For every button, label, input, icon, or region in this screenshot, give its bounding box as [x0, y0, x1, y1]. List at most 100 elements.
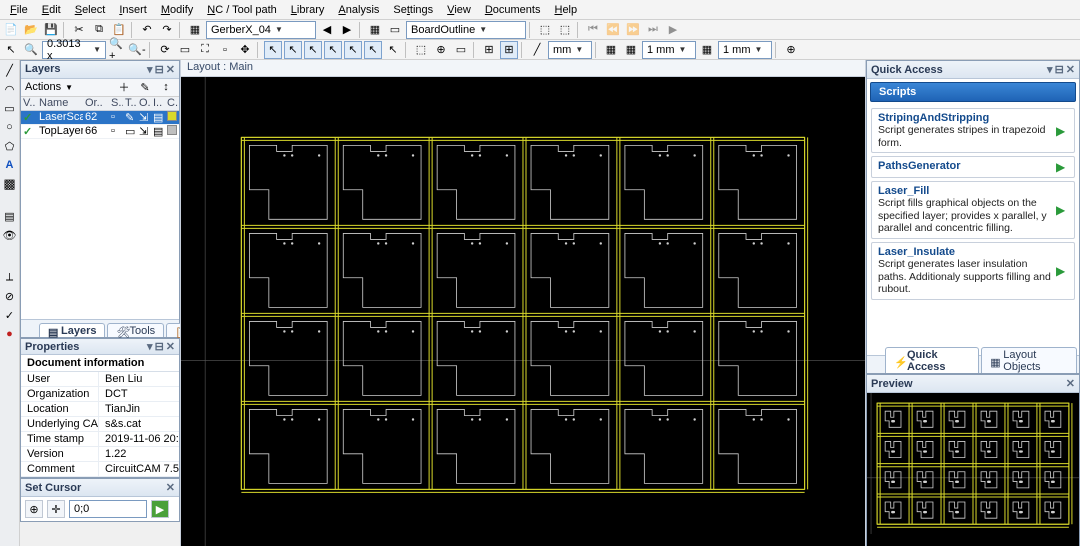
close-icon[interactable]: ✕ — [1066, 63, 1075, 76]
zoom-in-icon[interactable]: 🔍+ — [108, 41, 126, 59]
tab-layers[interactable]: ▤Layers — [39, 323, 105, 337]
zoom-rect-icon[interactable]: ▭ — [176, 41, 194, 59]
cursor-3-icon[interactable]: ↖ — [304, 41, 322, 59]
close-icon[interactable]: ✕ — [166, 63, 175, 76]
layer-type-icon[interactable]: ▭ — [123, 125, 137, 138]
script-item[interactable]: StripingAndStrippingScript generates str… — [871, 108, 1075, 153]
property-row[interactable]: Underlying CA...s&s.cat — [21, 417, 179, 432]
property-row[interactable]: LocationTianJin — [21, 402, 179, 417]
close-icon[interactable]: ✕ — [166, 481, 175, 494]
layer-icon[interactable]: ▦ — [186, 21, 204, 39]
property-row[interactable]: Time stamp2019-11-06 20:0... — [21, 432, 179, 447]
step-last-icon[interactable]: ⏭ — [644, 21, 662, 39]
layer-row[interactable]: LaserScanner 62 ▫ ✎ ⇲ ▤ — [21, 111, 179, 125]
script-item[interactable]: PathsGenerator ▶ — [871, 156, 1075, 178]
cursor-1-icon[interactable]: ↖ — [264, 41, 282, 59]
zoom-fit-icon[interactable]: ⛶ — [196, 41, 214, 59]
cursor-tool-icon[interactable]: ⊘ — [2, 288, 18, 304]
rect-icon[interactable]: ▭ — [386, 21, 404, 39]
property-row[interactable]: UserBen Liu — [21, 372, 179, 387]
property-row[interactable]: Version1.22 — [21, 447, 179, 462]
preview-viewport[interactable] — [867, 393, 1079, 546]
poly-tool-icon[interactable]: ⬠ — [2, 138, 18, 154]
target-icon[interactable]: ⊕ — [782, 41, 800, 59]
layer-ins-icon[interactable]: ▤ — [151, 125, 165, 138]
script-link[interactable]: StripingAndStripping — [878, 112, 1052, 124]
ok-tool-icon[interactable]: ✓ — [2, 307, 18, 323]
layer-out-icon[interactable]: ⇲ — [137, 125, 151, 138]
property-row[interactable]: OrganizationDCT — [21, 387, 179, 402]
datamatrix-icon[interactable]: ▩ — [2, 176, 18, 192]
line-tool-icon[interactable]: ╱ — [2, 62, 18, 78]
pin-icon[interactable]: ▾ — [147, 63, 153, 76]
cursor-go-icon[interactable]: ▶ — [151, 500, 169, 518]
minimize-icon[interactable]: ⊟ — [1055, 63, 1064, 76]
redo-icon[interactable]: ↷ — [158, 21, 176, 39]
zoom-box-icon[interactable]: ▫ — [216, 41, 234, 59]
menu-modify[interactable]: Modify — [155, 2, 199, 18]
set-cursor-header[interactable]: Set Cursor ✕ — [21, 479, 179, 497]
menu-library[interactable]: Library — [285, 2, 331, 18]
step-prev-icon[interactable]: ⏪ — [604, 21, 622, 39]
tab-tools[interactable]: 🛠Tools — [107, 323, 164, 337]
nav-next-icon[interactable]: ▶ — [338, 21, 356, 39]
refresh-icon[interactable]: ⟳ — [156, 41, 174, 59]
tab-layout-objects[interactable]: ▦Layout Objects — [981, 347, 1077, 373]
grid-toggle-icon[interactable]: ▦ — [622, 41, 640, 59]
sel-add-icon[interactable]: ⊕ — [432, 41, 450, 59]
tab-quick-access[interactable]: ⚡Quick Access — [885, 347, 979, 373]
menu-analysis[interactable]: Analysis — [332, 2, 385, 18]
step-next-icon[interactable]: ⏩ — [624, 21, 642, 39]
layer-swatch[interactable] — [167, 111, 177, 121]
record-icon[interactable]: ● — [2, 326, 18, 342]
arc-tool-icon[interactable]: ◠ — [2, 81, 18, 97]
grid-b-combo[interactable]: 1 mm ▼ — [718, 41, 772, 59]
play-icon[interactable]: ▶ — [1056, 124, 1068, 138]
circle-tool-icon[interactable]: ○ — [2, 119, 18, 135]
layer-add-icon[interactable]: ＋ — [115, 78, 133, 96]
layer-row[interactable]: TopLayer_co... 66 ▫ ▭ ⇲ ▤ — [21, 125, 179, 139]
cursor-7-icon[interactable]: ↖ — [384, 41, 402, 59]
script-link[interactable]: PathsGenerator — [878, 160, 1052, 172]
layer-ins-icon[interactable]: ▤ — [151, 111, 165, 124]
cursor-6-icon[interactable]: ↖ — [364, 41, 382, 59]
layers-panel-header[interactable]: Layers ▾ ⊟ ✕ — [21, 61, 179, 79]
quick-access-header[interactable]: Quick Access ▾ ⊟ ✕ — [867, 61, 1079, 79]
snap-on-icon[interactable]: ⊞ — [500, 41, 518, 59]
zoom-combo[interactable]: 0.3013 x ▼ — [42, 41, 106, 59]
layers-list[interactable]: LaserScanner 62 ▫ ✎ ⇲ ▤ TopLayer_co... 6… — [21, 111, 179, 319]
property-row[interactable]: CommentCircuitCAM 7.5.2... — [21, 462, 179, 477]
ruler-icon[interactable]: ⟂ — [2, 269, 18, 285]
save-icon[interactable]: 💾 — [42, 21, 60, 39]
eye-icon[interactable]: 👁 — [2, 227, 18, 243]
cursor-2-icon[interactable]: ↖ — [284, 41, 302, 59]
visible-icon[interactable] — [23, 112, 32, 124]
new-icon[interactable]: 📄 — [2, 21, 20, 39]
tool-b-icon[interactable]: ⬚ — [556, 21, 574, 39]
menu-nc[interactable]: NC / Tool path — [201, 2, 283, 18]
play-icon[interactable]: ▶ — [1056, 160, 1068, 174]
text-tool-icon[interactable]: A — [2, 157, 18, 173]
measure-icon[interactable]: ╱ — [528, 41, 546, 59]
layer-out-icon[interactable]: ⇲ — [137, 111, 151, 124]
play-icon[interactable]: ▶ — [1056, 264, 1068, 278]
menu-insert[interactable]: Insert — [113, 2, 153, 18]
cursor-rel-icon[interactable]: ✛ — [47, 500, 65, 518]
script-item[interactable]: Laser_FillScript fills graphical objects… — [871, 181, 1075, 239]
copy-icon[interactable]: ⧉ — [90, 21, 108, 39]
grid-b-icon[interactable]: ▦ — [698, 41, 716, 59]
file-combo[interactable]: GerberX_04 ▼ — [206, 21, 316, 39]
menu-documents[interactable]: Documents — [479, 2, 547, 18]
layer-set-icon[interactable]: ▤ — [2, 208, 18, 224]
script-item[interactable]: Laser_InsulateScript generates laser ins… — [871, 242, 1075, 300]
minimize-icon[interactable]: ⊟ — [155, 63, 164, 76]
pin-icon[interactable]: ▾ — [147, 340, 153, 353]
zoom-pan-icon[interactable]: ✥ — [236, 41, 254, 59]
menu-select[interactable]: Select — [69, 2, 112, 18]
menu-help[interactable]: Help — [548, 2, 583, 18]
layer-combo[interactable]: BoardOutline ▼ — [406, 21, 526, 39]
grid-a-icon[interactable]: ▦ — [602, 41, 620, 59]
properties-panel-header[interactable]: Properties ▾ ⊟ ✕ — [21, 339, 179, 355]
sel-mode-icon[interactable]: ⬚ — [412, 41, 430, 59]
preview-header[interactable]: Preview ✕ — [867, 375, 1079, 393]
